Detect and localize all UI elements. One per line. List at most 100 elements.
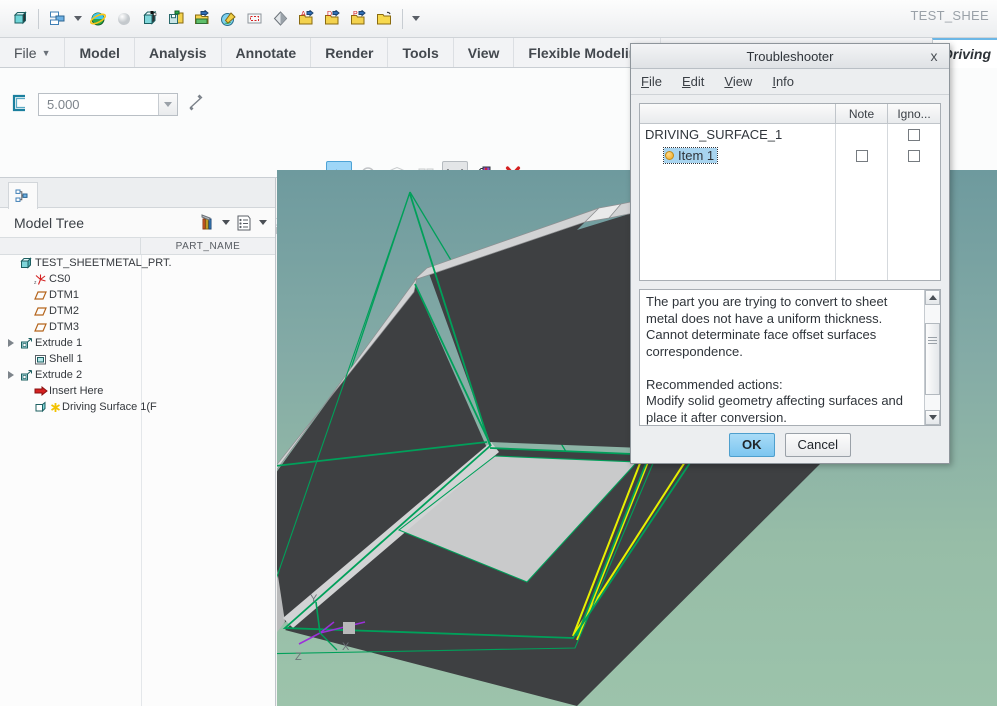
dialog-menu-bar: File Edit View Info <box>631 69 949 95</box>
ribbon-tab-render[interactable]: Render <box>311 38 389 67</box>
folder-drawing-icon[interactable]: D <box>320 7 344 31</box>
dialog-button-row: OK Cancel <box>631 426 949 463</box>
tree-item-label: Extrude 1 <box>35 337 83 349</box>
navigator-header: Model Tree <box>0 208 275 238</box>
model-tree-icon[interactable] <box>8 182 38 209</box>
tree-item-shell-1[interactable]: Shell 1 <box>0 351 275 367</box>
tree-item-part[interactable]: TEST_SHEETMETAL_PRT. <box>0 255 275 271</box>
thickness-input[interactable]: 5.000 <box>38 93 178 116</box>
tree-settings-dropdown-icon[interactable] <box>256 212 269 234</box>
folder-part-icon[interactable]: P <box>346 7 370 31</box>
ok-button[interactable]: OK <box>729 432 775 457</box>
tree-item-dtm3[interactable]: DTM3 <box>0 319 275 335</box>
ribbon-tab-tools[interactable]: Tools <box>388 38 454 67</box>
note-cell[interactable] <box>836 149 888 162</box>
tree-filters-icon[interactable] <box>195 212 219 234</box>
datum-plane-icon <box>32 321 49 334</box>
toolbar-separator-1 <box>38 8 39 29</box>
thickness-dropdown-icon[interactable] <box>158 94 177 115</box>
ignore-cell[interactable] <box>888 149 940 162</box>
ribbon-tab-model[interactable]: Model <box>65 38 135 67</box>
tree-item-dtm1[interactable]: DTM1 <box>0 287 275 303</box>
globe-orbit-icon[interactable] <box>86 7 110 31</box>
message-scrollbar[interactable] <box>924 290 940 425</box>
folder-open-icon[interactable] <box>372 7 396 31</box>
tree-expander[interactable] <box>4 371 18 379</box>
diagnostic-message-panel: The part you are trying to convert to sh… <box>639 289 941 426</box>
quick-access-toolbar: A D P TEST_SHEE <box>0 0 997 38</box>
dialog-menu-view[interactable]: View <box>724 74 752 89</box>
row-label-cell: Item 1 <box>640 147 836 164</box>
navigator-tab-strip <box>0 178 275 209</box>
ignore-cell[interactable] <box>888 128 940 141</box>
tree-settings-icon[interactable] <box>232 212 256 234</box>
folder-assembly-icon[interactable]: A <box>294 7 318 31</box>
dialog-menu-file[interactable]: File <box>641 74 662 89</box>
thickness-value: 5.000 <box>47 97 80 112</box>
tree-item-extrude-2[interactable]: Extrude 2 <box>0 367 275 383</box>
diagnostic-list-body[interactable]: DRIVING_SURFACE_1 Item 1 <box>640 124 940 280</box>
tree-item-extrude-1[interactable]: Extrude 1 <box>0 335 275 351</box>
tree-filters-dropdown-icon[interactable] <box>219 212 232 234</box>
navigator-panel: Model Tree PART_NAME TEST_SHEETMETAL_PRT… <box>0 178 276 706</box>
ignore-checkbox[interactable] <box>908 149 920 162</box>
axis-label-y: Y <box>310 593 318 605</box>
table-row[interactable]: DRIVING_SURFACE_1 <box>640 124 940 145</box>
model-tree-body: TEST_SHEETMETAL_PRT. z CS0 DTM1 DTM2 DTM… <box>0 255 275 706</box>
dashed-rect-icon[interactable] <box>242 7 266 31</box>
dialog-menu-info[interactable]: Info <box>772 74 794 89</box>
tree-item-label: Shell 1 <box>49 353 83 365</box>
ribbon-tab-flexible-modeling-label: Flexible Modeling <box>528 44 646 61</box>
folder-export-icon[interactable] <box>190 7 214 31</box>
channel-section-icon <box>10 94 30 115</box>
toolbar-overflow-icon[interactable] <box>409 8 422 30</box>
tree-item-label: CS0 <box>49 273 71 285</box>
flip-direction-icon[interactable] <box>186 93 206 116</box>
window-tile-dropdown-icon[interactable] <box>71 8 84 30</box>
new-document-icon[interactable] <box>8 7 32 31</box>
ribbon-tab-analysis[interactable]: Analysis <box>135 38 222 67</box>
ribbon-tab-view[interactable]: View <box>454 38 515 67</box>
table-row[interactable]: Item 1 <box>640 145 940 166</box>
column-header-item[interactable] <box>640 104 836 123</box>
close-icon[interactable]: x <box>925 47 943 65</box>
checker-cube-icon[interactable] <box>138 7 162 31</box>
diagnostic-message-text: The part you are trying to convert to sh… <box>646 294 904 425</box>
ribbon-context-tab-label: Driving <box>942 46 991 62</box>
paint-bucket-icon[interactable] <box>216 7 240 31</box>
sphere-shade-icon[interactable] <box>112 7 136 31</box>
ribbon-tab-model-label: Model <box>79 44 120 61</box>
selected-item[interactable]: Item 1 <box>662 147 719 164</box>
window-tile-icon[interactable] <box>45 7 69 31</box>
datum-plane-icon <box>32 289 49 302</box>
dialog-title-bar[interactable]: Troubleshooter x <box>631 44 949 69</box>
tree-item-label: TEST_SHEETMETAL_PRT. <box>35 257 172 269</box>
chevron-down-icon: ▼ <box>41 47 51 58</box>
ignore-checkbox[interactable] <box>908 128 920 141</box>
ribbon-tab-annotate[interactable]: Annotate <box>222 38 312 67</box>
svg-text:D: D <box>327 11 332 18</box>
row-label: DRIVING_SURFACE_1 <box>645 127 783 142</box>
tree-item-insert-here[interactable]: Insert Here <box>0 383 275 399</box>
ribbon-tab-file[interactable]: File ▼ <box>0 38 66 67</box>
navigator-title: Model Tree <box>14 214 85 231</box>
tree-item-driving-surface-1[interactable]: Driving Surface 1(F <box>0 399 275 415</box>
scroll-up-icon[interactable] <box>925 290 940 305</box>
driving-surface-icon <box>32 400 49 414</box>
note-checkbox[interactable] <box>856 149 868 162</box>
scrollbar-track[interactable] <box>925 305 940 410</box>
diamond-shade-icon[interactable] <box>268 7 292 31</box>
scroll-down-icon[interactable] <box>925 410 940 425</box>
save-folder-icon[interactable] <box>164 7 188 31</box>
scrollbar-grip <box>928 337 937 344</box>
tree-item-dtm2[interactable]: DTM2 <box>0 303 275 319</box>
cancel-button[interactable]: Cancel <box>784 432 851 457</box>
scrollbar-thumb[interactable] <box>925 323 940 395</box>
dialog-menu-edit[interactable]: Edit <box>682 74 704 89</box>
column-header-ignore[interactable]: Igno... <box>888 104 940 123</box>
datum-plane-icon <box>32 305 49 318</box>
ribbon-tab-annotate-label: Annotate <box>235 44 297 61</box>
column-header-note[interactable]: Note <box>836 104 888 123</box>
tree-item-cs0[interactable]: z CS0 <box>0 271 275 287</box>
tree-expander[interactable] <box>4 339 18 347</box>
